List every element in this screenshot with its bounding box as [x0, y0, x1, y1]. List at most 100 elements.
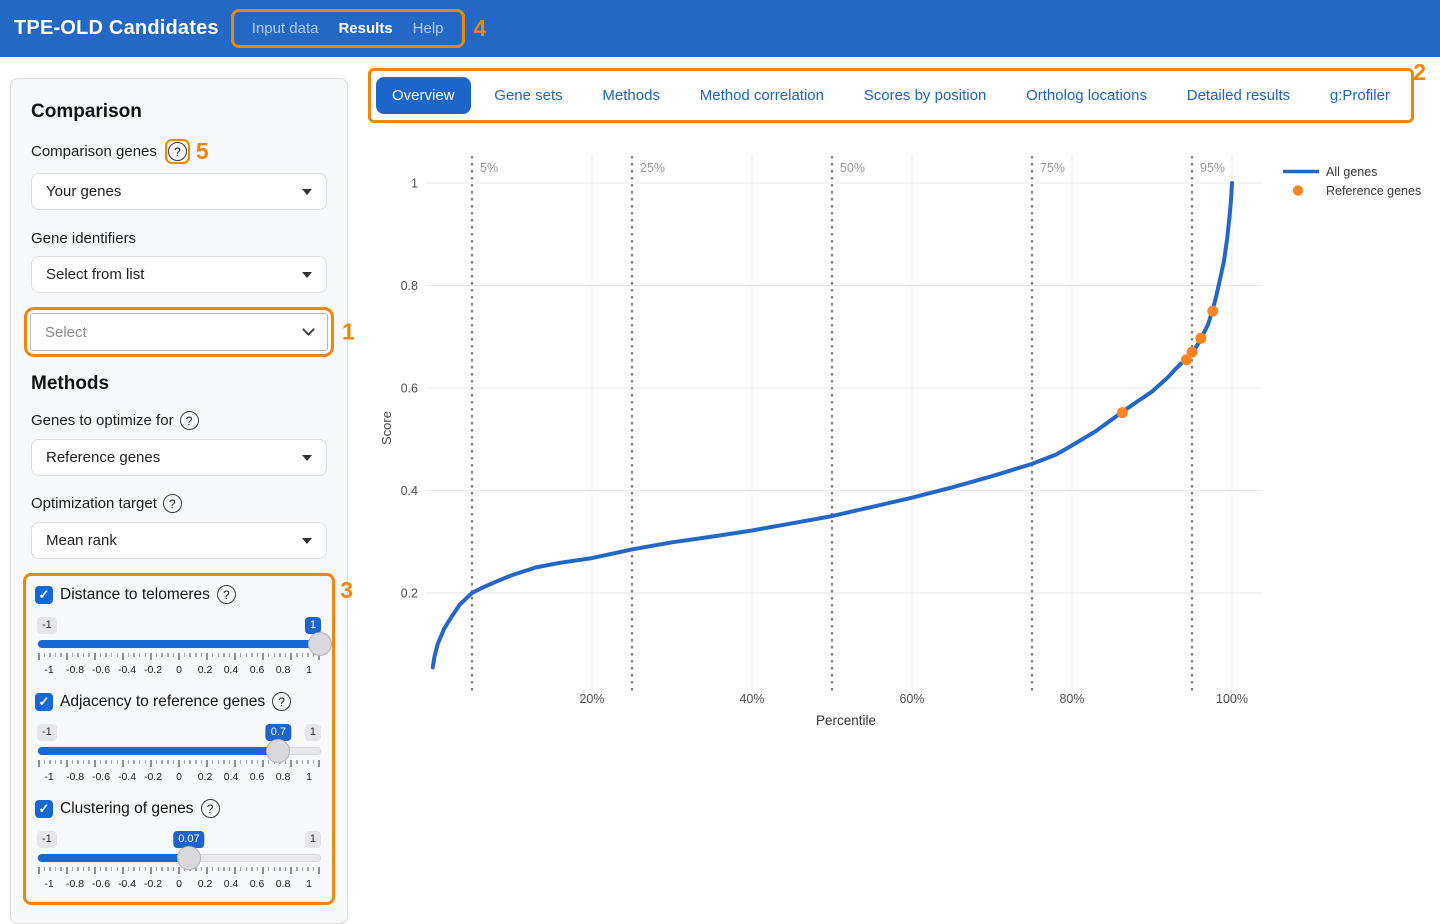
gene-select[interactable]: Select [30, 313, 328, 351]
slider-handle[interactable] [177, 846, 201, 870]
tab-ortholog-locations[interactable]: Ortholog locations [1010, 77, 1163, 114]
method-checkbox[interactable]: ✓ [35, 800, 53, 818]
optimize-label: Genes to optimize for [31, 412, 174, 429]
reference-gene-dot [1195, 333, 1206, 344]
method-checkbox[interactable]: ✓ [35, 693, 53, 711]
x-tick-label: 100% [1216, 692, 1248, 706]
target-value: Mean rank [46, 532, 117, 549]
comparison-genes-label-row: Comparison genes ? 5 [31, 139, 327, 164]
comparison-genes-value: Your genes [46, 183, 121, 200]
nav-item-help[interactable]: Help [403, 16, 454, 41]
tab-detailed-results[interactable]: Detailed results [1171, 77, 1306, 114]
slider-handle[interactable] [308, 632, 332, 656]
method-block-2: ✓Adjacency to reference genes?-110.7-1-0… [35, 692, 323, 783]
optimize-value: Reference genes [46, 449, 160, 466]
legend-reference-genes-label[interactable]: Reference genes [1326, 184, 1421, 198]
method-block-1: ✓ Distance to telomeres? -11-1-0.8-0.6-0.4… [35, 585, 323, 676]
tab-methods[interactable]: Methods [586, 77, 676, 114]
x-tick-label: 40% [739, 692, 764, 706]
caret-down-icon [302, 538, 312, 544]
reference-gene-dot [1187, 347, 1198, 358]
legend-all-genes-label[interactable]: All genes [1326, 165, 1377, 179]
y-tick-label: 0.6 [401, 382, 418, 396]
slider-max-badge: 1 [305, 724, 321, 741]
percentile-line-label: 25% [640, 161, 665, 175]
slider-fill [38, 854, 189, 862]
slider-handle[interactable] [266, 739, 290, 763]
settings-sidebar: Comparison Comparison genes ? 5 Your gen… [10, 78, 348, 924]
slider-tick-labels: -1-0.8-0.6-0.4-0.200.20.40.60.81 [37, 664, 321, 676]
tab-scores-by-position[interactable]: Scores by position [848, 77, 1003, 114]
optimize-dropdown[interactable]: Reference genes [31, 439, 327, 476]
y-tick-label: 1 [411, 177, 418, 191]
callout-box-methods: ✓Distance to telomeres?-11-1-0.8-0.6-0.4… [23, 573, 335, 905]
y-tick-label: 0.8 [401, 279, 418, 293]
callout-box-help: ? [165, 139, 190, 164]
method-label: Distance to telomeres [60, 586, 210, 604]
results-tab-bar: OverviewGene setsMethodsMethod correlati… [376, 77, 1406, 114]
tab-g-profiler[interactable]: g:Profiler [1314, 77, 1406, 114]
top-navbar: TPE-OLD Candidates Input dataResultsHelp… [0, 0, 1440, 57]
slider-min-badge: -1 [37, 617, 57, 634]
weight-slider[interactable]: -110.7-1-0.8-0.6-0.4-0.200.20.40.60.81 [35, 724, 323, 783]
method-checkbox[interactable]: ✓ [35, 586, 53, 604]
gene-identifiers-dropdown[interactable]: Select from list [31, 256, 327, 293]
x-tick-label: 20% [579, 692, 604, 706]
target-label-row: Optimization target ? [31, 494, 327, 513]
slider-ticks [37, 867, 321, 875]
gene-select-placeholder: Select [45, 324, 87, 341]
optimize-label-row: Genes to optimize for ? [31, 411, 327, 430]
slider-max-badge: 1 [305, 831, 321, 848]
method-block-3: ✓Clustering of genes?-110.07-1-0.8-0.6-0… [35, 799, 323, 890]
slider-tick-labels: -1-0.8-0.6-0.4-0.200.20.40.60.81 [37, 878, 321, 890]
gene-identifiers-value: Select from list [46, 266, 144, 283]
callout-label-5: 5 [196, 140, 209, 163]
method-help-icon[interactable]: ? [272, 692, 291, 711]
caret-down-icon [302, 455, 312, 461]
target-help-icon[interactable]: ? [163, 494, 182, 513]
weight-slider[interactable]: -11-1-0.8-0.6-0.4-0.200.20.40.60.81 [35, 617, 323, 676]
callout-box-select: Select 1 [24, 307, 334, 357]
comparison-genes-dropdown[interactable]: Your genes [31, 173, 327, 210]
callout-label-1: 1 [342, 321, 355, 344]
callout-box-tabs: OverviewGene setsMethodsMethod correlati… [368, 68, 1414, 123]
x-axis-title: Percentile [816, 713, 876, 728]
y-tick-label: 0.4 [401, 484, 418, 498]
method-help-icon[interactable]: ? [201, 799, 220, 818]
reference-gene-dot [1117, 407, 1128, 418]
comparison-genes-help-icon[interactable]: ? [168, 142, 187, 161]
percentile-line-label: 5% [480, 161, 498, 175]
nav-item-results[interactable]: Results [328, 16, 402, 41]
weight-slider[interactable]: -110.07-1-0.8-0.6-0.4-0.200.20.40.60.81 [35, 831, 323, 890]
slider-track[interactable] [37, 854, 321, 862]
comparison-heading: Comparison [31, 101, 327, 123]
callout-label-4: 4 [474, 17, 487, 40]
target-label: Optimization target [31, 495, 157, 512]
tab-method-correlation[interactable]: Method correlation [684, 77, 840, 114]
slider-min-badge: -1 [37, 724, 57, 741]
percentile-line-label: 75% [1040, 161, 1065, 175]
slider-track[interactable] [37, 747, 321, 755]
slider-fill [38, 747, 278, 755]
caret-down-icon [302, 189, 312, 195]
methods-heading: Methods [31, 373, 327, 395]
nav-item-input-data[interactable]: Input data [242, 16, 329, 41]
nav-menu: Input dataResultsHelp [242, 16, 454, 41]
target-dropdown[interactable]: Mean rank [31, 522, 327, 559]
optimize-help-icon[interactable]: ? [180, 411, 199, 430]
percentile-line-label: 95% [1200, 161, 1225, 175]
method-sliders: ✓Distance to telomeres?-11-1-0.8-0.6-0.4… [35, 585, 323, 890]
tab-gene-sets[interactable]: Gene sets [478, 77, 578, 114]
slider-track[interactable] [37, 640, 321, 648]
app-title: TPE-OLD Candidates [14, 17, 219, 40]
method-label: Clustering of genes [60, 800, 194, 818]
gene-identifiers-label: Gene identifiers [31, 230, 327, 247]
x-tick-label: 60% [899, 692, 924, 706]
slider-fill [38, 640, 320, 648]
callout-box-menu: Input dataResultsHelp [231, 9, 465, 48]
tab-overview[interactable]: Overview [376, 77, 471, 114]
x-tick-label: 80% [1059, 692, 1084, 706]
slider-min-badge: -1 [37, 831, 57, 848]
method-help-icon[interactable]: ? [217, 585, 236, 604]
method-label: Adjacency to reference genes [60, 693, 265, 711]
